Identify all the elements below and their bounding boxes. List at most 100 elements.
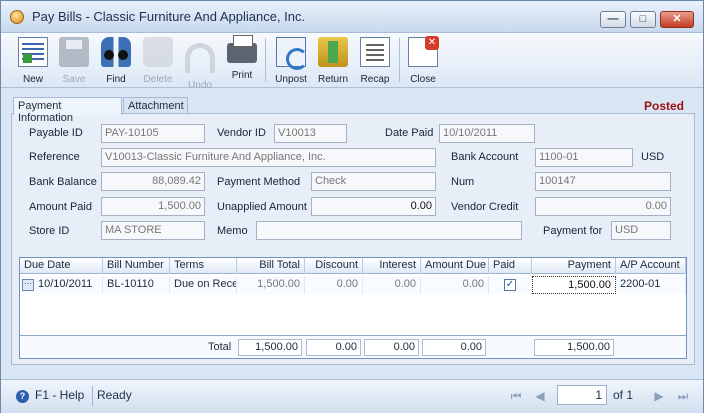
close-button[interactable]: Close: [404, 35, 442, 87]
maximize-button[interactable]: □: [630, 11, 656, 28]
column-payment[interactable]: Payment: [532, 258, 616, 274]
paid-checkbox[interactable]: ✓: [504, 279, 516, 291]
next-page-icon[interactable]: ▶: [651, 388, 667, 404]
binoculars-icon: [101, 37, 131, 67]
vendor-id-field[interactable]: V10013: [274, 124, 347, 143]
bank-account-field[interactable]: 1100-01: [535, 148, 633, 167]
status-badge: Posted: [644, 99, 685, 113]
return-icon: [318, 37, 348, 67]
bank-currency-label: USD: [641, 151, 665, 163]
table-row[interactable]: ··· 10/10/2011 BL-10110 Due on Rece 1,50…: [20, 276, 686, 294]
cell-bill-number[interactable]: BL-10110: [103, 276, 170, 294]
cell-discount[interactable]: 0.00: [305, 276, 363, 294]
app-icon: [10, 10, 24, 24]
total-bill-total: 1,500.00: [238, 339, 302, 356]
cell-ap-account[interactable]: 2200-01: [616, 276, 686, 294]
total-discount: 0.00: [306, 339, 361, 356]
cell-bill-total[interactable]: 1,500.00: [237, 276, 305, 294]
unpost-icon: [276, 37, 308, 70]
trash-icon: [143, 37, 173, 67]
store-id-field[interactable]: MA STORE: [101, 221, 205, 240]
bank-balance-label: Bank Balance: [29, 176, 97, 188]
close-document-icon: [408, 36, 439, 67]
recap-icon: [360, 37, 390, 67]
column-amount-due[interactable]: Amount Due: [421, 258, 489, 274]
store-id-label: Store ID: [29, 225, 70, 237]
toolbar-divider: [399, 38, 400, 82]
amount-paid-label: Amount Paid: [29, 201, 92, 213]
page-count: of 1: [613, 388, 634, 402]
find-button[interactable]: Find: [97, 35, 135, 87]
total-payment: 1,500.00: [534, 339, 614, 356]
help-icon[interactable]: ?: [16, 390, 29, 403]
date-paid-field[interactable]: 10/10/2011: [439, 124, 535, 143]
previous-page-icon[interactable]: ◀: [532, 388, 548, 404]
payable-id-label: Payable ID: [29, 127, 83, 139]
reference-label: Reference: [29, 151, 80, 163]
payment-for-label: Payment for: [543, 225, 603, 237]
date-paid-label: Date Paid: [385, 127, 434, 139]
column-interest[interactable]: Interest: [363, 258, 421, 274]
pay-bills-window: Pay Bills - Classic Furniture And Applia…: [0, 0, 704, 413]
total-amount-due: 0.00: [422, 339, 486, 356]
cell-interest[interactable]: 0.00: [363, 276, 421, 294]
num-label: Num: [451, 176, 475, 188]
first-page-icon[interactable]: ⏮: [508, 388, 524, 404]
column-bill-total[interactable]: Bill Total: [237, 258, 305, 274]
cell-amount-due[interactable]: 0.00: [421, 276, 489, 294]
column-paid[interactable]: Paid: [489, 258, 532, 274]
unpost-button[interactable]: Unpost: [272, 35, 310, 87]
recap-button[interactable]: Recap: [356, 35, 394, 87]
amount-paid-field[interactable]: 1,500.00: [101, 197, 205, 216]
bank-account-label: Bank Account: [451, 151, 519, 163]
unapplied-amount-field[interactable]: 0.00: [311, 197, 436, 216]
bills-grid: Due Date Bill Number Terms Bill Total Di…: [19, 257, 687, 359]
close-window-button[interactable]: ✕: [660, 11, 694, 28]
payment-method-field[interactable]: Check: [311, 172, 436, 191]
cell-payment[interactable]: 1,500.00: [532, 276, 616, 294]
tab-attachment[interactable]: Attachment: [123, 97, 188, 114]
status-divider: [92, 386, 93, 406]
column-ap-account[interactable]: A/P Account: [616, 258, 686, 274]
vendor-id-label: Vendor ID: [217, 127, 266, 139]
help-link[interactable]: F1 - Help: [35, 388, 84, 402]
memo-field[interactable]: [256, 221, 522, 240]
column-terms[interactable]: Terms: [170, 258, 237, 274]
num-field[interactable]: 100147: [535, 172, 671, 191]
payable-id-field[interactable]: PAY-10105: [101, 124, 205, 143]
status-text: Ready: [97, 388, 132, 402]
window-title: Pay Bills - Classic Furniture And Applia…: [32, 9, 306, 24]
toolbar: New Save Find Delete Undo Print Unpost R…: [1, 33, 703, 91]
undo-icon: [185, 43, 215, 73]
column-due-date[interactable]: Due Date: [20, 258, 103, 274]
delete-button[interactable]: Delete: [139, 35, 177, 87]
minimize-button[interactable]: —: [600, 11, 626, 28]
column-discount[interactable]: Discount: [305, 258, 363, 274]
page-number-input[interactable]: 1: [557, 385, 607, 405]
total-interest: 0.00: [364, 339, 419, 356]
payment-method-label: Payment Method: [217, 176, 301, 188]
new-button[interactable]: New: [14, 35, 52, 87]
column-bill-number[interactable]: Bill Number: [103, 258, 170, 274]
vendor-credit-field[interactable]: 0.00: [535, 197, 671, 216]
cell-due-date[interactable]: 10/10/2011: [34, 276, 103, 294]
reference-field[interactable]: V10013-Classic Furniture And Appliance, …: [101, 148, 436, 167]
grid-header: Due Date Bill Number Terms Bill Total Di…: [20, 258, 686, 274]
save-button[interactable]: Save: [55, 35, 93, 87]
payment-for-field[interactable]: USD: [611, 221, 671, 240]
memo-label: Memo: [217, 225, 248, 237]
row-selector-button[interactable]: ···: [22, 279, 34, 291]
print-button[interactable]: Print: [223, 35, 261, 87]
save-icon: [59, 37, 89, 67]
undo-button[interactable]: Undo: [181, 35, 219, 91]
status-bar: ? F1 - Help Ready ⏮ ◀ 1 of 1 ▶ ⏭: [1, 379, 703, 413]
last-page-icon[interactable]: ⏭: [675, 388, 691, 404]
bank-balance-field[interactable]: 88,089.42: [101, 172, 205, 191]
new-icon: [18, 37, 48, 67]
cell-terms[interactable]: Due on Rece: [170, 276, 237, 294]
unapplied-amount-label: Unapplied Amount: [217, 201, 307, 213]
tab-payment-information[interactable]: Payment Information: [13, 97, 122, 124]
grid-total-row: Total 1,500.00 0.00 0.00 0.00 1,500.00: [20, 335, 686, 358]
return-button[interactable]: Return: [314, 35, 352, 87]
printer-icon: [227, 35, 257, 63]
